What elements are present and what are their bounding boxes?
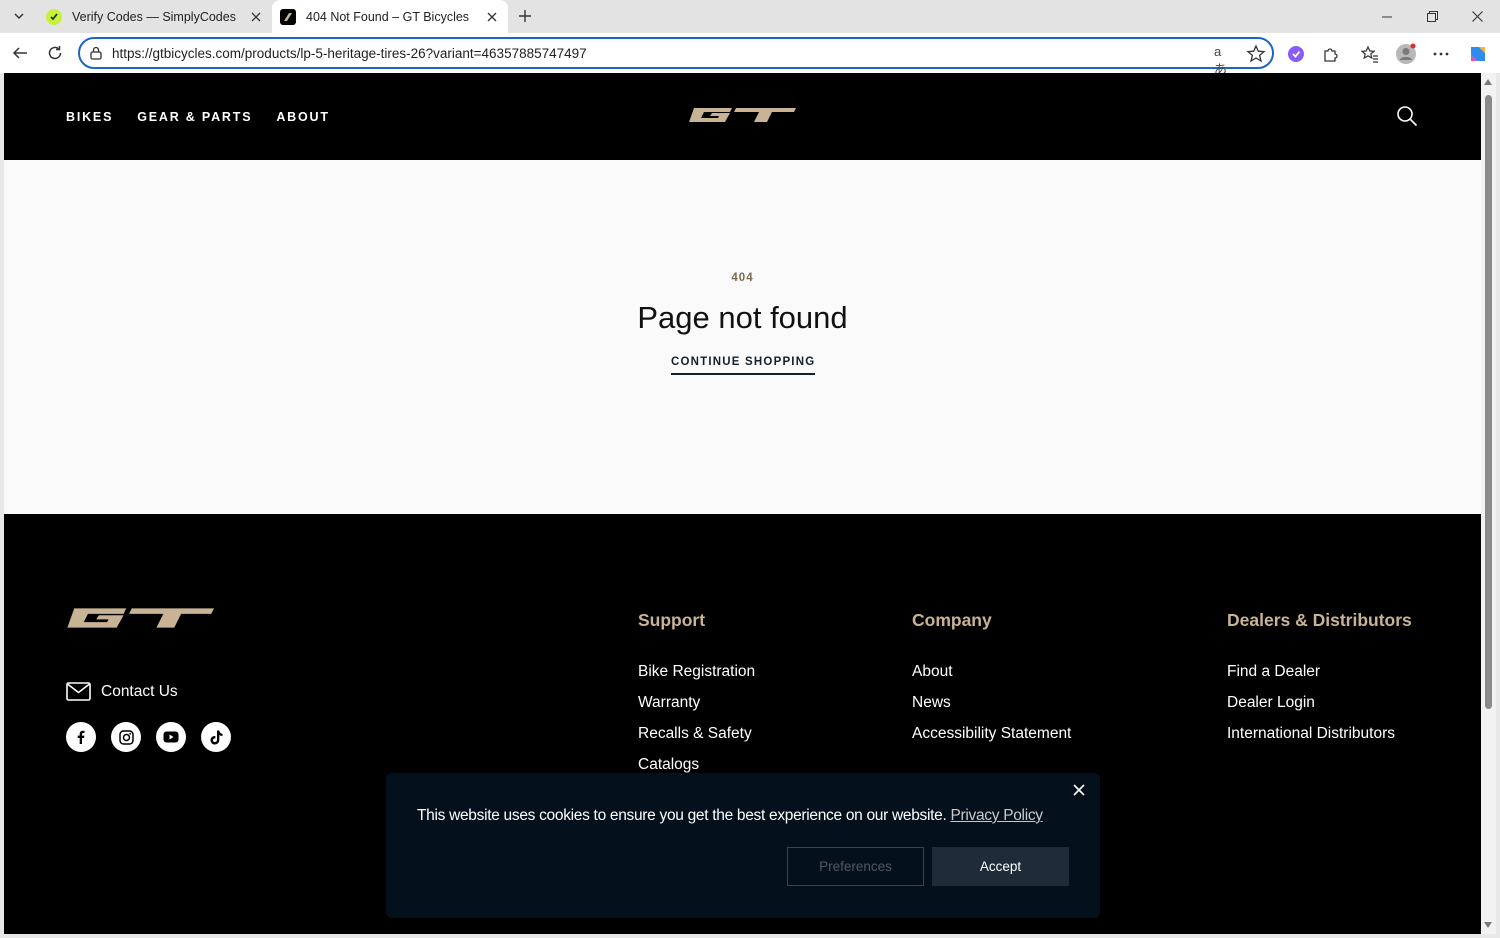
page-scrollbar[interactable] xyxy=(1481,73,1496,934)
plus-icon xyxy=(519,10,531,22)
restore-icon xyxy=(1426,11,1438,22)
footer-heading-dealers: Dealers & Distributors xyxy=(1227,610,1412,630)
new-tab-button[interactable] xyxy=(512,4,538,28)
gt-footer-logo[interactable] xyxy=(66,607,214,629)
minimize-button[interactable] xyxy=(1364,0,1410,33)
site-info-icon[interactable] xyxy=(88,45,104,61)
favorites-icon[interactable] xyxy=(1359,43,1381,65)
nav-gear-parts[interactable]: GEAR & PARTS xyxy=(137,110,252,124)
reload-icon xyxy=(48,46,62,60)
contact-us-label: Contact Us xyxy=(101,682,178,700)
nav-about[interactable]: ABOUT xyxy=(276,110,329,124)
close-icon xyxy=(1471,11,1483,22)
close-window-button[interactable] xyxy=(1454,0,1500,33)
footer-link-news[interactable]: News xyxy=(912,693,1071,712)
reload-button[interactable] xyxy=(41,39,69,67)
footer-link-accessibility[interactable]: Accessibility Statement xyxy=(912,724,1071,743)
accept-button[interactable]: Accept xyxy=(932,847,1069,886)
profile-avatar-icon[interactable] xyxy=(1395,43,1417,65)
nav-bikes[interactable]: BIKES xyxy=(66,110,113,124)
footer-column-company: Company About News Accessibility Stateme… xyxy=(912,610,1071,755)
close-icon[interactable] xyxy=(1072,783,1086,797)
youtube-icon xyxy=(163,731,179,743)
facebook-icon xyxy=(77,730,85,744)
site-header: BIKES GEAR & PARTS ABOUT xyxy=(4,73,1481,160)
minimize-icon xyxy=(1382,16,1392,17)
back-button[interactable] xyxy=(6,39,34,67)
footer-link-recalls-safety[interactable]: Recalls & Safety xyxy=(638,724,755,743)
youtube-link[interactable] xyxy=(156,722,186,752)
main-content: 404 Page not found CONTINUE SHOPPING xyxy=(4,160,1481,514)
search-icon[interactable] xyxy=(1396,105,1418,127)
footer-link-about[interactable]: About xyxy=(912,662,1071,681)
social-links xyxy=(66,722,231,752)
address-bar[interactable]: https://gtbicycles.com/products/lp-5-her… xyxy=(78,37,1274,77)
scrollbar-thumb[interactable] xyxy=(1485,95,1492,709)
footer-link-dealer-login[interactable]: Dealer Login xyxy=(1227,693,1412,712)
facebook-link[interactable] xyxy=(66,722,96,752)
tiktok-icon xyxy=(210,730,222,744)
gt-favicon-icon xyxy=(280,8,296,25)
preferences-button[interactable]: Preferences xyxy=(787,847,924,886)
page-title: Page not found xyxy=(637,300,848,335)
more-menu-icon[interactable] xyxy=(1430,43,1452,65)
gt-logo[interactable] xyxy=(688,107,796,123)
cookie-message: This website uses cookies to ensure you … xyxy=(417,807,1043,825)
restore-button[interactable] xyxy=(1409,0,1455,33)
footer-link-international-distributors[interactable]: International Distributors xyxy=(1227,724,1412,743)
arrow-left-icon xyxy=(12,47,27,59)
close-tab-icon[interactable] xyxy=(482,7,502,27)
tiktok-link[interactable] xyxy=(201,722,231,752)
browser-toolbar: https://gtbicycles.com/products/lp-5-her… xyxy=(0,33,1500,77)
instagram-link[interactable] xyxy=(111,722,141,752)
tab-list-button[interactable] xyxy=(6,4,32,28)
footer-column-support: Support Bike Registration Warranty Recal… xyxy=(638,610,755,786)
footer-link-bike-registration[interactable]: Bike Registration xyxy=(638,662,755,681)
footer-column-dealers: Dealers & Distributors Find a Dealer Dea… xyxy=(1227,610,1412,755)
tab-title: Verify Codes — SimplyCodes xyxy=(72,9,236,24)
footer-link-catalogs[interactable]: Catalogs xyxy=(638,755,755,774)
footer-heading-support: Support xyxy=(638,610,706,630)
footer-heading-company: Company xyxy=(912,610,992,630)
scroll-down-icon[interactable] xyxy=(1484,922,1492,928)
error-code: 404 xyxy=(731,272,754,284)
mail-icon xyxy=(66,682,91,701)
continue-shopping-link[interactable]: CONTINUE SHOPPING xyxy=(671,356,816,375)
footer-link-find-dealer[interactable]: Find a Dealer xyxy=(1227,662,1412,681)
tab-strip: Verify Codes — SimplyCodes 404 Not Found… xyxy=(0,0,1500,33)
cookie-banner: This website uses cookies to ensure you … xyxy=(386,773,1100,918)
url-text[interactable]: https://gtbicycles.com/products/lp-5-her… xyxy=(112,46,587,61)
extensions-icon[interactable] xyxy=(1320,43,1342,65)
tab-simplycodes[interactable]: Verify Codes — SimplyCodes xyxy=(38,0,272,33)
read-aloud-icon[interactable]: aあ xyxy=(1214,44,1234,77)
footer-link-warranty[interactable]: Warranty xyxy=(638,693,755,712)
simplycodes-icon xyxy=(46,8,62,25)
main-nav: BIKES GEAR & PARTS ABOUT xyxy=(66,110,330,124)
chevron-down-icon xyxy=(14,13,24,20)
instagram-icon xyxy=(118,729,134,745)
contact-us-link[interactable]: Contact Us xyxy=(66,682,178,701)
tab-title: 404 Not Found – GT Bicycles xyxy=(306,9,470,24)
favorite-star-icon[interactable] xyxy=(1246,44,1266,64)
close-tab-icon[interactable] xyxy=(246,7,266,27)
cookie-message-text: This website uses cookies to ensure you … xyxy=(417,807,947,824)
tab-gt-bicycles[interactable]: 404 Not Found – GT Bicycles xyxy=(272,0,508,33)
copilot-extension-icon[interactable] xyxy=(1285,43,1307,65)
privacy-policy-link[interactable]: Privacy Policy xyxy=(950,807,1043,824)
scroll-up-icon[interactable] xyxy=(1484,79,1492,85)
copilot-icon[interactable] xyxy=(1467,43,1489,65)
page-viewport: BIKES GEAR & PARTS ABOUT 404 Page not fo… xyxy=(4,73,1481,934)
